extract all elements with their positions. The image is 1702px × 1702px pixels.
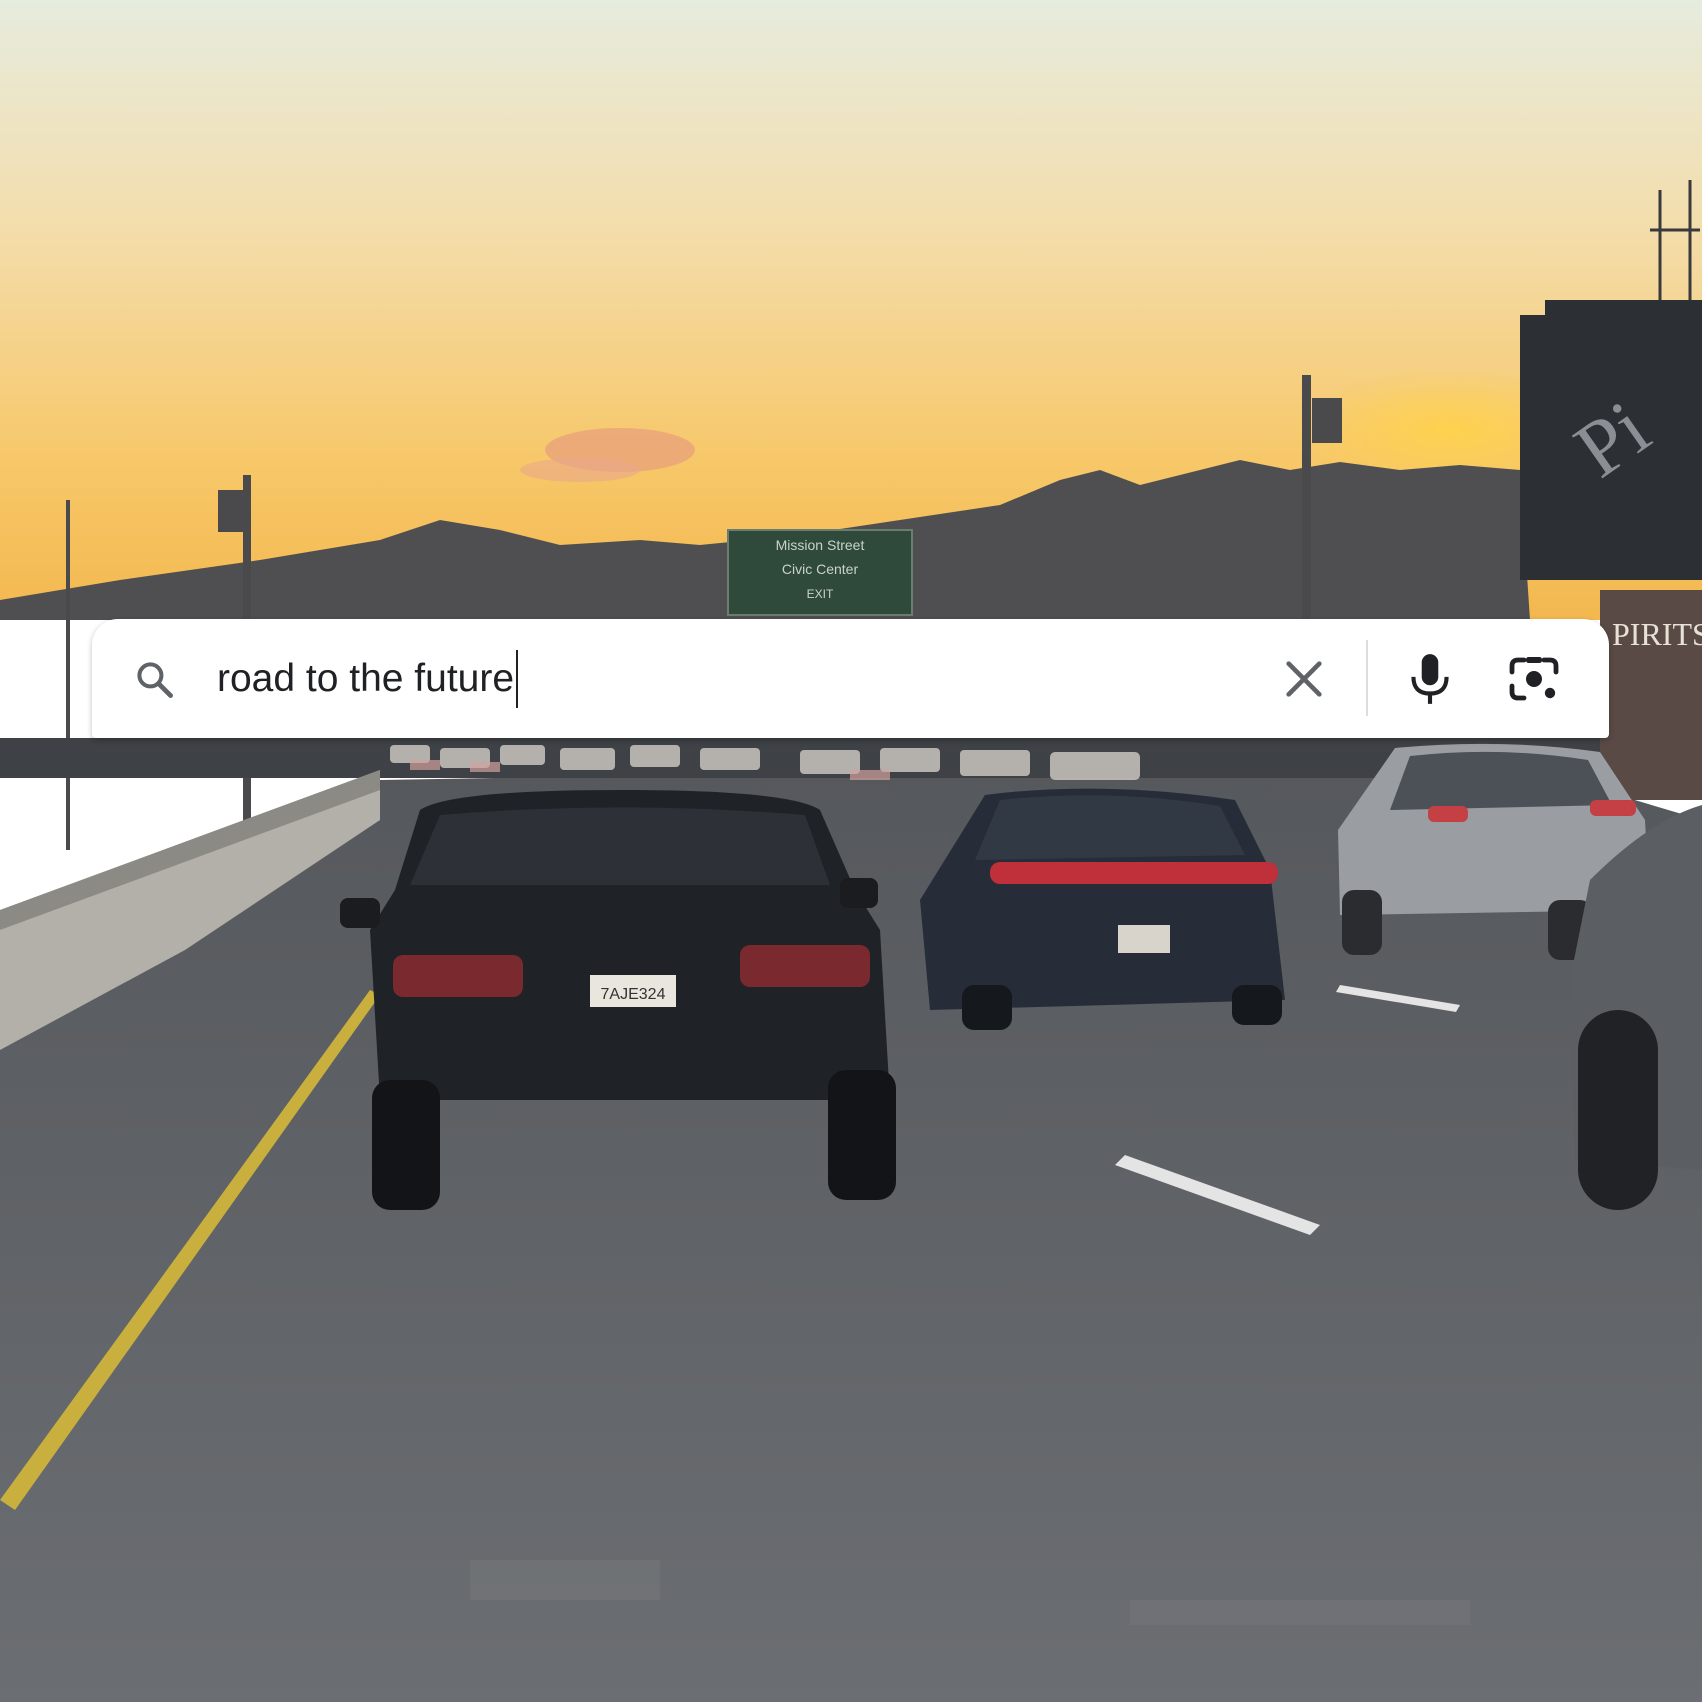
license-plate: 7AJE324 — [601, 986, 666, 1003]
sign-line-1: Mission Street — [776, 537, 865, 553]
close-icon — [1286, 661, 1322, 697]
background-highway-photo: Pi Mission Street Civic Center EXIT PIRI… — [0, 0, 1702, 1702]
search-input[interactable]: road to the future — [217, 650, 519, 708]
voice-search-button[interactable] — [1405, 650, 1455, 708]
dark-sedan-right — [920, 788, 1285, 1030]
divider — [1366, 640, 1368, 716]
sign-line-3: EXIT — [807, 587, 834, 601]
image-search-button[interactable] — [1506, 652, 1562, 706]
building-sign: PIRITS — [1612, 616, 1702, 652]
sign-line-2: Civic Center — [782, 561, 859, 577]
clear-button[interactable] — [1281, 656, 1327, 702]
search-icon — [137, 662, 173, 698]
microphone-icon — [1411, 654, 1449, 704]
camera-lens-icon — [1509, 657, 1559, 701]
